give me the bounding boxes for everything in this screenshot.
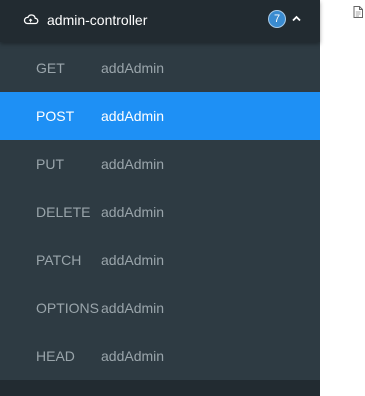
http-method-label: PUT bbox=[36, 156, 64, 172]
http-method-label: OPTIONS bbox=[36, 300, 100, 316]
operation-name: addAdmin bbox=[101, 108, 165, 124]
operation-name: addAdmin bbox=[101, 300, 165, 316]
operation-item-post[interactable]: POST addAdmin bbox=[0, 92, 320, 140]
chevron-up-icon[interactable] bbox=[292, 15, 301, 22]
operation-item-delete[interactable]: DELETE addAdmin bbox=[0, 188, 320, 236]
http-method-label: GET bbox=[36, 60, 65, 76]
http-method-label: PATCH bbox=[36, 252, 82, 268]
operation-count-badge: 7 bbox=[268, 10, 286, 28]
operation-name: addAdmin bbox=[101, 252, 165, 268]
document-icon[interactable] bbox=[353, 6, 363, 18]
http-method-label: HEAD bbox=[36, 348, 75, 364]
operation-list: GET addAdmin POST addAdmin PUT addAdmin … bbox=[0, 44, 320, 380]
operation-name: addAdmin bbox=[101, 156, 165, 172]
operation-name: addAdmin bbox=[101, 348, 165, 364]
operation-item-get[interactable]: GET addAdmin bbox=[0, 44, 320, 92]
operation-item-head[interactable]: HEAD addAdmin bbox=[0, 332, 320, 380]
cloud-icon bbox=[23, 14, 39, 25]
http-method-label: DELETE bbox=[36, 204, 91, 220]
controller-header[interactable]: admin-controller 7 bbox=[0, 0, 320, 42]
operation-item-put[interactable]: PUT addAdmin bbox=[0, 140, 320, 188]
operation-item-options[interactable]: OPTIONS addAdmin bbox=[0, 284, 320, 332]
controller-title: admin-controller bbox=[47, 12, 148, 28]
http-method-label: POST bbox=[36, 108, 75, 124]
operation-name: addAdmin bbox=[101, 60, 165, 76]
next-controller-header[interactable] bbox=[0, 380, 320, 396]
operation-name: addAdmin bbox=[101, 204, 165, 220]
sidebar: admin-controller 7 GET addAdmin POST add… bbox=[0, 0, 320, 396]
operation-item-patch[interactable]: PATCH addAdmin bbox=[0, 236, 320, 284]
